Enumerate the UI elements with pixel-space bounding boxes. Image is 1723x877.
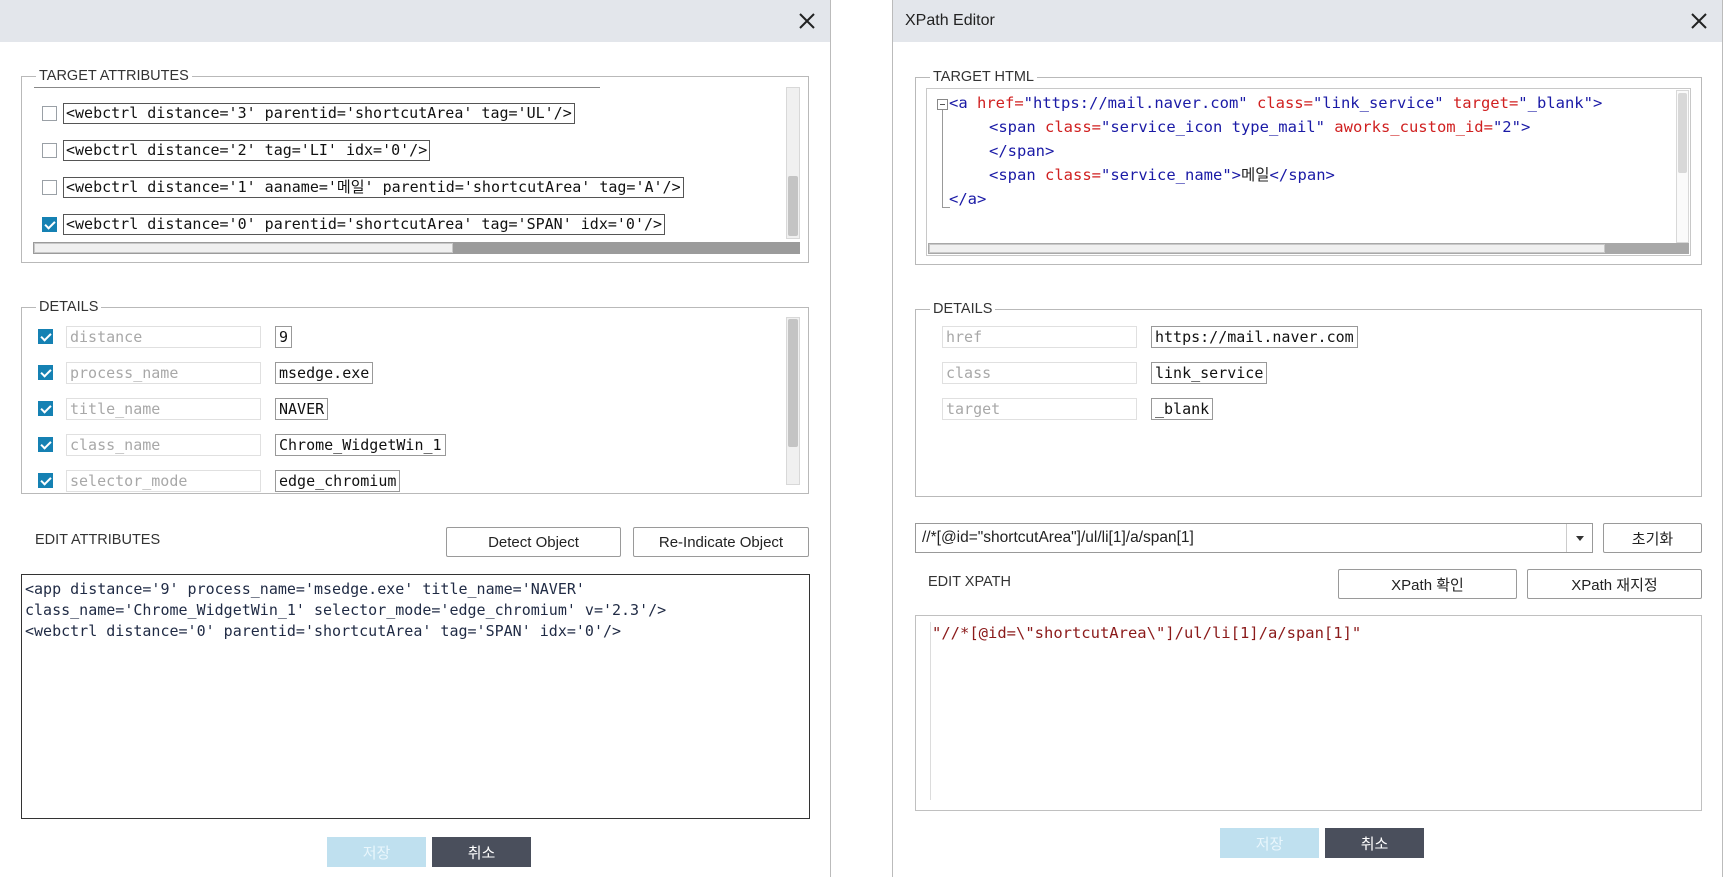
target-html-group: TARGET HTML <a href="https://mail.naver.…	[915, 69, 1702, 265]
xpath-combobox-value: //*[@id="shortcutArea"]/ul/li[1]/a/span[…	[922, 529, 1194, 546]
detail-value[interactable]: msedge.exe	[275, 362, 374, 384]
row-checkbox[interactable]	[42, 179, 57, 195]
row-text: <webctrl distance='3' parentid='shortcut…	[63, 102, 575, 124]
edit-attributes-textarea[interactable]: <app distance='9' process_name='msedge.e…	[21, 574, 810, 819]
close-button[interactable]	[794, 8, 820, 34]
target-attributes-label: TARGET ATTRIBUTES	[36, 68, 192, 84]
html-line: </a>	[949, 190, 987, 208]
save-button[interactable]: 저장	[327, 837, 426, 867]
detail-key: selector_mode	[66, 470, 261, 492]
html-viewer[interactable]: <a href="https://mail.naver.com" class="…	[926, 88, 1691, 256]
chevron-down-icon[interactable]	[1566, 524, 1592, 552]
close-button[interactable]	[1686, 8, 1712, 34]
detect-object-button[interactable]: Detect Object	[446, 527, 621, 557]
save-button[interactable]: 저장	[1220, 828, 1319, 858]
row-checkbox-checked[interactable]	[42, 216, 57, 232]
scrollbar-thumb[interactable]	[788, 176, 798, 236]
xpath-edit-area[interactable]: "//*[@id=\"shortcutArea\"]/ul/li[1]/a/sp…	[915, 615, 1702, 811]
row-text: <webctrl distance='2' tag='LI' idx='0'/>	[63, 139, 431, 161]
reindicate-object-button[interactable]: Re-Indicate Object	[633, 527, 809, 557]
close-icon	[1691, 13, 1707, 29]
detail-value[interactable]: Chrome_WidgetWin_1	[275, 434, 446, 456]
detail-value[interactable]: 9	[275, 326, 293, 348]
target-row[interactable]: <webctrl distance='3' parentid='shortcut…	[42, 102, 575, 124]
vertical-scrollbar[interactable]	[1676, 90, 1689, 243]
scrollbar-thumb[interactable]	[929, 244, 1605, 253]
details-label: DETAILS	[930, 301, 996, 317]
target-row[interactable]: <webctrl distance='2' tag='LI' idx='0'/>	[42, 139, 431, 161]
vertical-scrollbar[interactable]	[786, 87, 800, 239]
reset-button[interactable]: 초기화	[1603, 523, 1702, 553]
xpath-editor-dialog: XPath Editor TARGET HTML <a href="https:…	[892, 0, 1723, 877]
target-row[interactable]: <webctrl distance='0' parentid='shortcut…	[42, 213, 666, 235]
target-html-label: TARGET HTML	[930, 69, 1037, 85]
title-bar	[0, 0, 830, 42]
scrollbar-thumb[interactable]	[1678, 93, 1687, 173]
edit-attributes-label: EDIT ATTRIBUTES	[35, 532, 161, 548]
scrollbar-thumb[interactable]	[34, 243, 453, 253]
detail-key: class_name	[66, 434, 261, 456]
html-line: <span class="service_name">메일</span>	[989, 166, 1335, 184]
row-checkbox[interactable]	[42, 142, 57, 158]
detail-key: distance	[66, 326, 261, 348]
detail-value[interactable]: https://mail.naver.com	[1151, 326, 1358, 348]
xpath-reassign-button[interactable]: XPath 재지정	[1527, 569, 1702, 599]
fold-toggle-icon[interactable]	[937, 99, 948, 110]
cancel-button[interactable]: 취소	[1325, 828, 1424, 858]
details-group: DETAILS href https://mail.naver.com clas…	[915, 301, 1702, 497]
html-line: <span class="service_icon type_mail" awo…	[989, 118, 1531, 136]
detail-key: class	[942, 362, 1137, 384]
detail-checkbox[interactable]	[38, 401, 53, 416]
xpath-edit-text: "//*[@id=\"shortcutArea\"]/ul/li[1]/a/sp…	[932, 624, 1362, 642]
details-viewport: distance 9 process_name msedge.exe title…	[22, 309, 784, 492]
detail-checkbox[interactable]	[38, 473, 53, 488]
detail-checkbox[interactable]	[38, 365, 53, 380]
edit-xpath-label: EDIT XPATH	[928, 574, 1011, 590]
row-checkbox[interactable]	[42, 105, 57, 121]
horizontal-scrollbar[interactable]	[33, 242, 800, 254]
horizontal-scrollbar[interactable]	[928, 243, 1689, 254]
detail-key: href	[942, 326, 1137, 348]
row-text: <webctrl distance='1' aaname='메일' parent…	[63, 176, 684, 198]
title-bar: XPath Editor	[893, 0, 1722, 42]
target-attributes-group: TARGET ATTRIBUTES <webctrl distance='3' …	[21, 68, 809, 263]
close-icon	[799, 13, 815, 29]
detail-key: title_name	[66, 398, 261, 420]
detail-key: process_name	[66, 362, 261, 384]
detail-value[interactable]: NAVER	[275, 398, 329, 420]
attribute-editor-dialog: TARGET ATTRIBUTES <webctrl distance='3' …	[0, 0, 831, 877]
detail-checkbox[interactable]	[38, 329, 53, 344]
clipped-row-edge	[34, 87, 600, 88]
target-row[interactable]: <webctrl distance='1' aaname='메일' parent…	[42, 176, 684, 198]
detail-value[interactable]: edge_chromium	[275, 470, 401, 492]
detail-checkbox[interactable]	[38, 437, 53, 452]
xpath-combobox[interactable]: //*[@id="shortcutArea"]/ul/li[1]/a/span[…	[915, 523, 1593, 553]
vertical-scrollbar[interactable]	[786, 317, 800, 485]
details-group: DETAILS distance 9 process_name msedge.e…	[21, 299, 809, 494]
cancel-button[interactable]: 취소	[432, 837, 531, 867]
detail-value[interactable]: _blank	[1151, 398, 1214, 420]
xpath-check-button[interactable]: XPath 확인	[1338, 569, 1517, 599]
dialog-title: XPath Editor	[905, 12, 995, 29]
scrollbar-thumb[interactable]	[788, 319, 798, 447]
html-line: </span>	[989, 142, 1055, 160]
row-text: <webctrl distance='0' parentid='shortcut…	[63, 213, 666, 235]
fold-guide	[942, 110, 943, 208]
detail-value[interactable]: link_service	[1151, 362, 1268, 384]
editor-gutter-line	[930, 622, 931, 800]
html-line: <a href="https://mail.naver.com" class="…	[949, 94, 1603, 112]
detail-key: target	[942, 398, 1137, 420]
